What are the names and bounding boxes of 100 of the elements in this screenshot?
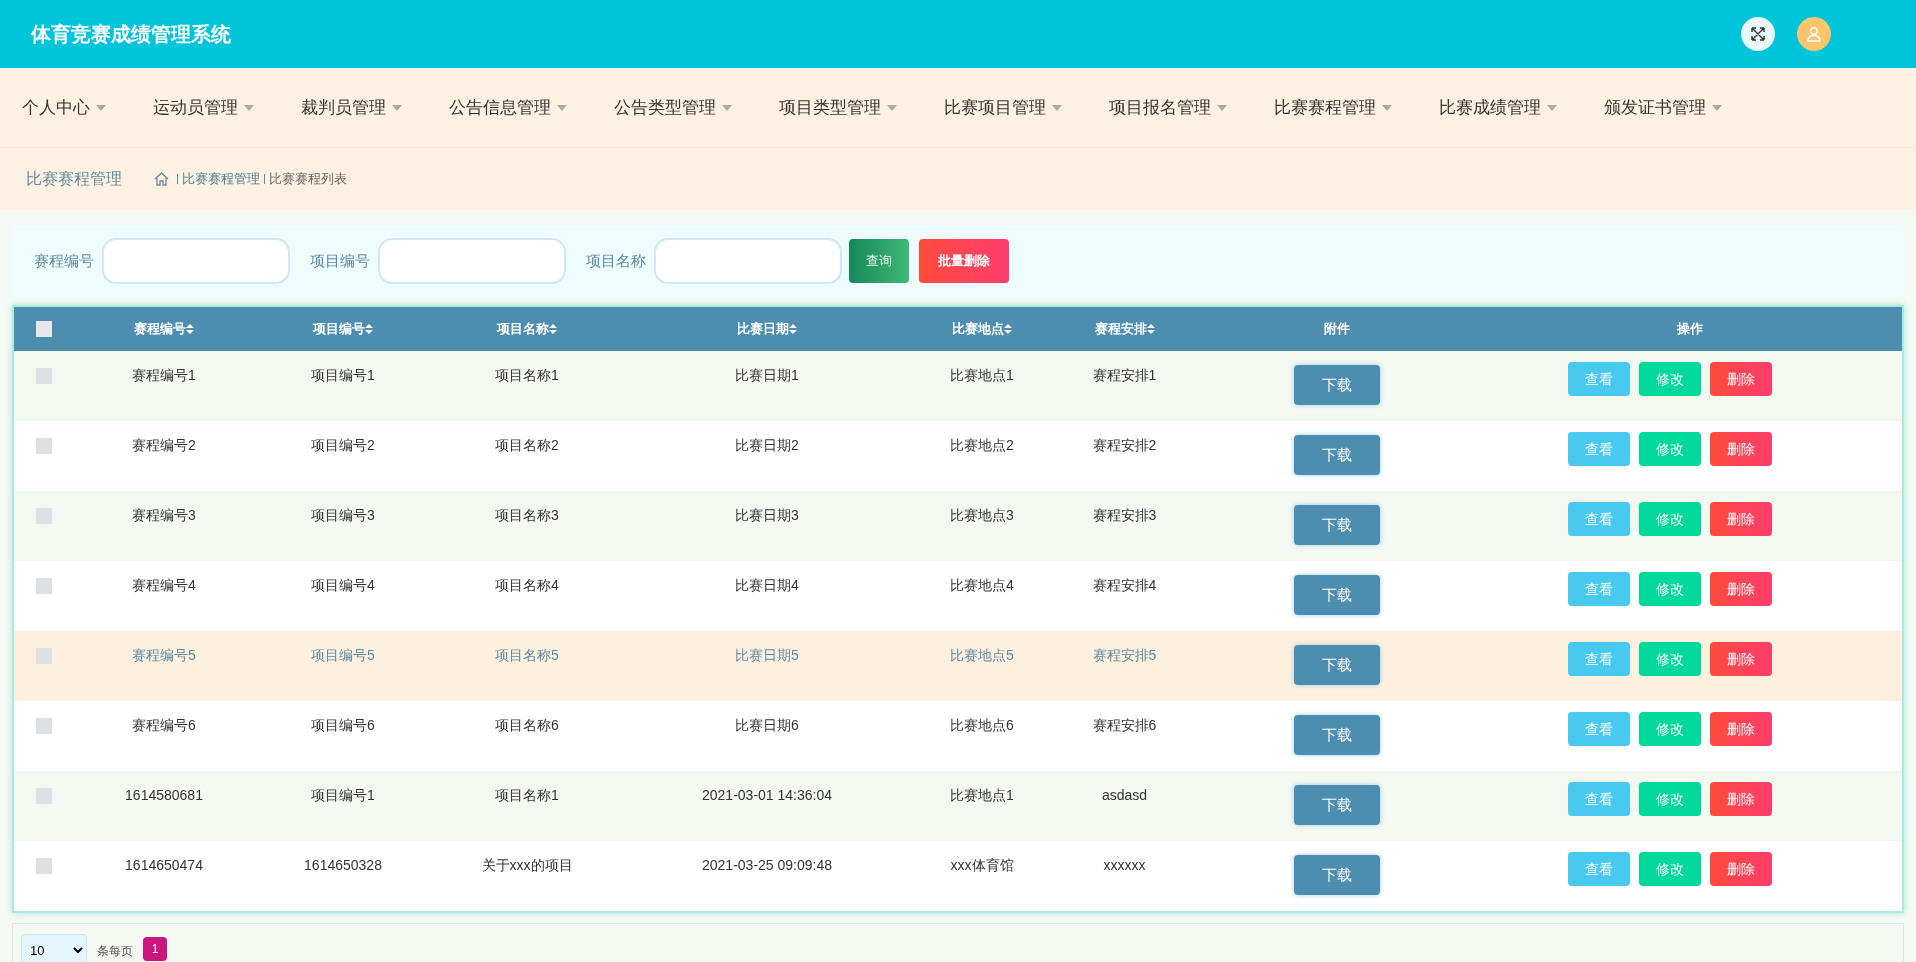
page-size-select[interactable]: 10 [21,934,87,962]
download-button[interactable]: 下载 [1294,785,1380,825]
download-button[interactable]: 下载 [1294,715,1380,755]
table-cell-text: 项目名称6 [495,716,559,735]
table-cell-text: 1614580681 [125,786,203,805]
sort-icon[interactable] [1004,324,1012,334]
caret-icon [1382,104,1392,111]
menu-item[interactable]: 公告信息管理 [449,94,567,121]
view-button[interactable]: 查看 [1567,362,1630,396]
table-row[interactable]: 赛程编号5 项目编号5 项目名称5 比赛日期5 比赛地点5 赛程安排5 下载 查看 修改 删除 [14,631,1902,701]
table-row[interactable]: 赛程编号3 项目编号3 项目名称3 比赛日期3 比赛地点3 赛程安排3 下载 查看 修改 删除 [14,491,1902,561]
checkbox[interactable] [36,858,52,874]
fullscreen-button[interactable] [1741,17,1775,51]
table-row[interactable]: 赛程编号1 项目编号1 项目名称1 比赛日期1 比赛地点1 赛程安排1 下载 查看 修改 删除 [14,351,1902,421]
table-row[interactable]: 1614650474 1614650328 关于xxx的项目 2021-03-25 09:09:48 xxx体育馆 xxxxxx 下载 查看 修改 删除 [14,841,1902,911]
search-field[interactable] [654,238,842,284]
view-button[interactable]: 查看 [1567,432,1630,466]
column-header[interactable]: 项目名称 [497,319,549,339]
view-button[interactable]: 查看 [1567,642,1630,676]
search-field[interactable] [102,238,290,284]
edit-button[interactable]: 修改 [1638,782,1701,816]
menu-item[interactable]: 颁发证书管理 [1604,94,1722,121]
table-cell-text: 赛程编号5 [132,646,196,665]
column-header[interactable]: 赛程安排 [1094,319,1147,339]
edit-button[interactable]: 修改 [1638,572,1701,606]
table-cell-text: 比赛日期4 [735,576,799,595]
edit-button[interactable]: 修改 [1638,432,1701,466]
menu-item[interactable]: 项目类型管理 [779,94,897,121]
caret-icon [887,104,897,111]
table-cell-text: 赛程安排2 [1092,436,1157,455]
edit-button[interactable]: 修改 [1638,852,1701,886]
delete-button[interactable]: 删除 [1709,712,1772,746]
table-cell-text: 赛程安排5 [1092,646,1157,665]
table-cell-text: 项目编号3 [311,506,375,525]
delete-button[interactable]: 删除 [1709,432,1772,466]
menu-item[interactable]: 项目报名管理 [1109,94,1227,121]
checkbox[interactable] [36,368,52,384]
menu-item[interactable]: 比赛赛程管理 [1274,94,1392,121]
page-button[interactable]: 1 [143,937,167,961]
menu-item[interactable]: 比赛项目管理 [944,94,1062,121]
table-row[interactable]: 1614580681 项目编号1 项目名称1 2021-03-01 14:36:04 比赛地点1 asdasd 下载 查看 修改 删除 [14,771,1902,841]
edit-button[interactable]: 修改 [1638,642,1701,676]
menu-item[interactable]: 比赛成绩管理 [1439,94,1557,121]
checkbox[interactable] [36,648,52,664]
view-button[interactable]: 查看 [1567,782,1630,816]
checkbox[interactable] [36,788,52,804]
table-cell-text: 赛程安排4 [1092,576,1157,595]
download-button[interactable]: 下载 [1294,645,1380,685]
caret-icon [392,104,402,111]
view-button[interactable]: 查看 [1567,572,1630,606]
delete-button[interactable]: 删除 [1709,782,1772,816]
sort-icon[interactable] [789,324,797,334]
menu-item[interactable]: 公告类型管理 [614,94,732,121]
table-row[interactable]: 赛程编号2 项目编号2 项目名称2 比赛日期2 比赛地点2 赛程安排2 下载 查看 修改 删除 [14,421,1902,491]
table-row[interactable]: 赛程编号6 项目编号6 项目名称6 比赛日期6 比赛地点6 赛程安排6 下载 查看 修改 删除 [14,701,1902,771]
edit-button[interactable]: 修改 [1638,712,1701,746]
column-header[interactable]: 项目编号 [313,319,365,339]
batch-delete-button[interactable]: 批量删除 [919,239,1009,283]
delete-button[interactable]: 删除 [1709,642,1772,676]
view-button[interactable]: 查看 [1567,852,1630,886]
download-button[interactable]: 下载 [1294,435,1380,475]
table-row[interactable]: 赛程编号4 项目编号4 项目名称4 比赛日期4 比赛地点4 赛程安排4 下载 查看 修改 删除 [14,561,1902,631]
delete-button[interactable]: 删除 [1709,502,1772,536]
checkbox[interactable] [36,321,52,337]
home-icon[interactable] [154,172,169,186]
table-cell-text: 比赛地点4 [950,576,1014,595]
user-avatar-button[interactable] [1797,17,1831,51]
user-icon [1806,26,1822,42]
menu-item[interactable]: 运动员管理 [153,94,254,121]
delete-button[interactable]: 删除 [1709,572,1772,606]
checkbox[interactable] [36,508,52,524]
edit-button[interactable]: 修改 [1638,502,1701,536]
download-button[interactable]: 下载 [1294,505,1380,545]
menu-item[interactable]: 裁判员管理 [301,94,402,121]
checkbox[interactable] [36,438,52,454]
view-button[interactable]: 查看 [1567,502,1630,536]
delete-button[interactable]: 删除 [1709,362,1772,396]
download-button[interactable]: 下载 [1294,855,1380,895]
breadcrumb-link[interactable]: 比赛赛程管理 [182,169,260,189]
checkbox[interactable] [36,578,52,594]
checkbox[interactable] [36,718,52,734]
download-button[interactable]: 下载 [1294,365,1380,405]
sort-icon[interactable] [186,324,194,334]
view-button[interactable]: 查看 [1567,712,1630,746]
sort-icon[interactable] [549,324,557,334]
table-cell-text: 赛程编号2 [132,436,196,455]
column-header[interactable]: 比赛日期 [737,319,789,339]
download-button[interactable]: 下载 [1294,575,1380,615]
sort-icon[interactable] [1146,324,1155,334]
menu-item[interactable]: 个人中心 [22,94,106,121]
column-header[interactable]: 赛程编号 [134,319,186,339]
delete-button[interactable]: 删除 [1709,852,1772,886]
search-field[interactable] [378,238,566,284]
caret-icon [557,104,567,111]
sort-icon[interactable] [365,324,373,334]
search-button[interactable]: 查询 [849,239,909,283]
edit-button[interactable]: 修改 [1638,362,1701,396]
caret-icon [722,104,732,111]
table-cell-text: 项目名称5 [495,646,559,665]
column-header[interactable]: 比赛地点 [952,319,1004,339]
